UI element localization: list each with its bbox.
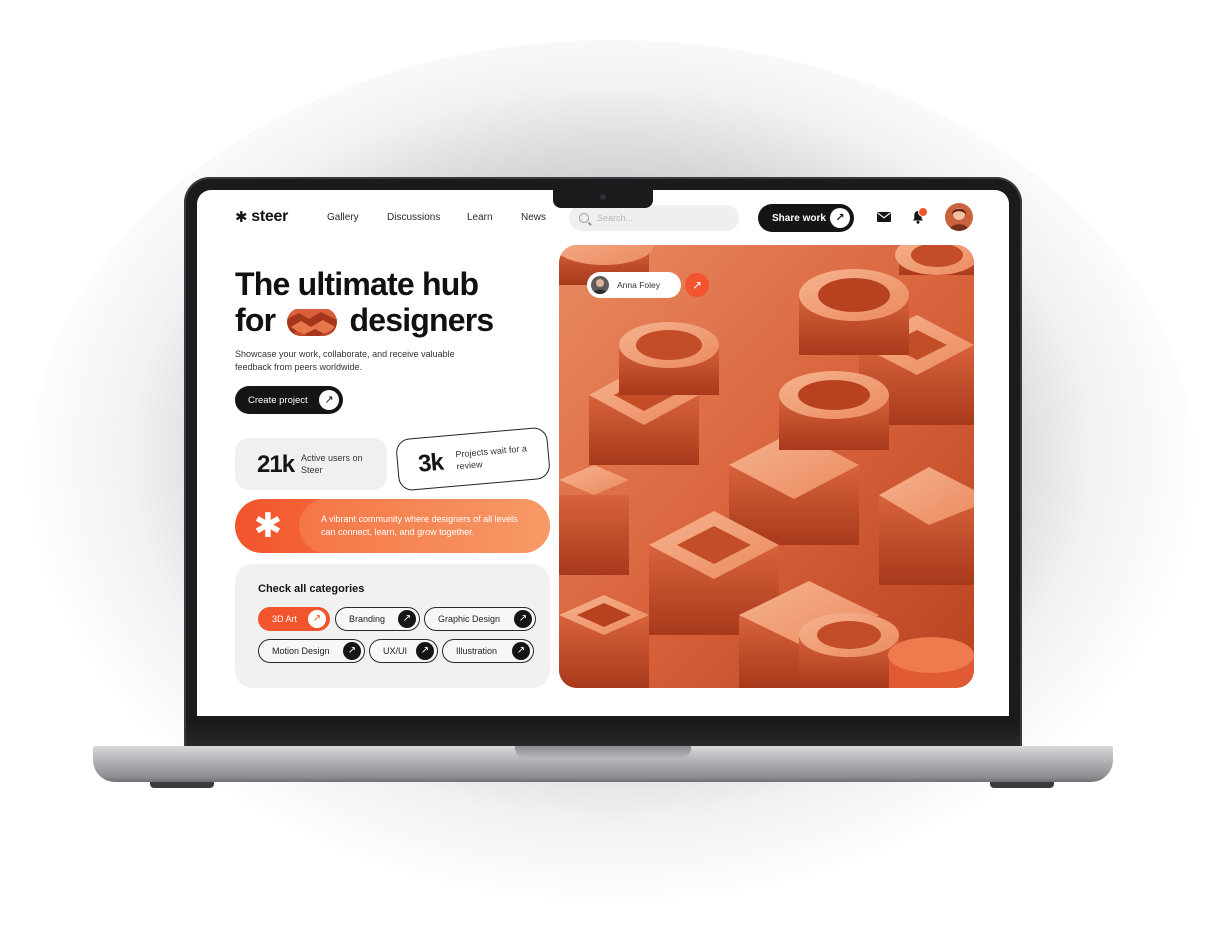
arrow-up-right-icon: ↗ <box>514 610 532 628</box>
search-input[interactable] <box>595 212 729 224</box>
hero-title: The ultimate hub for designers <box>235 266 555 338</box>
asterisk-logo-icon: ✱ <box>235 209 248 226</box>
chip-label: Graphic Design <box>438 614 501 624</box>
nav-news[interactable]: News <box>521 212 546 223</box>
hero-title-for: for <box>235 302 276 338</box>
categories-card: Check all categories 3D Art ↗ Branding ↗… <box>235 564 550 688</box>
author-name: Anna Foley <box>617 280 660 290</box>
arrow-up-right-icon: ↗ <box>512 642 530 660</box>
camera-icon <box>600 194 606 200</box>
user-avatar[interactable] <box>945 203 973 231</box>
arrow-up-right-icon: ↗ <box>319 390 339 410</box>
brand-name: steer <box>251 208 289 225</box>
category-chip-branding[interactable]: Branding ↗ <box>335 607 420 631</box>
stat-label: Projects wait for a review <box>455 443 528 472</box>
screen-notch <box>553 188 653 208</box>
create-project-label: Create project <box>248 394 308 406</box>
search-bar[interactable] <box>569 205 739 231</box>
author-tag[interactable]: Anna Foley <box>587 272 681 298</box>
open-artwork-button[interactable]: ↗ <box>685 273 709 297</box>
chip-label: UX/UI <box>383 646 408 656</box>
chip-label: Branding <box>349 614 386 624</box>
stat-projects-review: 3k Projects wait for a review <box>395 426 551 492</box>
arrow-up-right-icon: ↗ <box>830 208 850 228</box>
category-chip-graphic-design[interactable]: Graphic Design ↗ <box>424 607 536 631</box>
create-project-button[interactable]: Create project ↗ <box>235 386 343 414</box>
arrow-up-right-icon: ↗ <box>343 642 361 660</box>
nav-learn[interactable]: Learn <box>467 212 493 223</box>
stat-value: 21k <box>257 451 295 478</box>
laptop-foot-right <box>990 782 1054 788</box>
featured-3d-artwork[interactable] <box>559 245 974 688</box>
banner-text: A vibrant community where designers of a… <box>321 514 518 537</box>
nav-discussions[interactable]: Discussions <box>387 212 440 223</box>
chip-label: 3D Art <box>272 614 298 624</box>
hero-title-designers: designers <box>349 302 494 338</box>
arrow-up-right-icon: ↗ <box>398 610 416 628</box>
hero-subtitle: Showcase your work, collaborate, and rec… <box>235 349 455 372</box>
category-chip-ux-ui[interactable]: UX/UI ↗ <box>369 639 438 663</box>
hero-title-line1: The ultimate hub <box>235 266 479 302</box>
chip-label: Motion Design <box>272 646 330 656</box>
community-banner: ✱ A vibrant community where designers of… <box>235 499 550 553</box>
category-chip-3d-art[interactable]: 3D Art ↗ <box>258 607 330 631</box>
laptop-foot-left <box>150 782 214 788</box>
stat-value: 3k <box>417 448 445 478</box>
app-screen: ✱ steer Gallery Discussions Learn News S… <box>197 190 1009 716</box>
share-work-button[interactable]: Share work ↗ <box>758 204 854 232</box>
title-inline-image <box>287 308 338 336</box>
artwork-image <box>559 245 974 688</box>
brand-logo[interactable]: ✱ steer <box>235 208 288 226</box>
laptop-screen-chin <box>186 724 1020 746</box>
category-chip-illustration[interactable]: Illustration ↗ <box>442 639 534 663</box>
arrow-up-right-icon: ↗ <box>691 278 703 292</box>
category-chip-motion-design[interactable]: Motion Design ↗ <box>258 639 365 663</box>
chip-label: Illustration <box>456 646 498 656</box>
mail-icon[interactable] <box>877 212 891 222</box>
notification-badge <box>918 207 928 217</box>
nav-gallery[interactable]: Gallery <box>327 212 359 223</box>
arrow-up-right-icon: ↗ <box>308 610 326 628</box>
arrow-up-right-icon: ↗ <box>416 642 434 660</box>
laptop-base-groove <box>515 746 691 758</box>
share-work-label: Share work <box>772 212 826 224</box>
search-icon <box>579 213 589 223</box>
avatar-image <box>945 203 973 231</box>
author-avatar <box>591 276 609 294</box>
categories-title: Check all categories <box>258 583 365 595</box>
stat-label: Active users on Steer <box>301 453 363 475</box>
stat-active-users: 21k Active users on Steer <box>235 438 387 490</box>
asterisk-icon: ✱ <box>253 507 283 545</box>
